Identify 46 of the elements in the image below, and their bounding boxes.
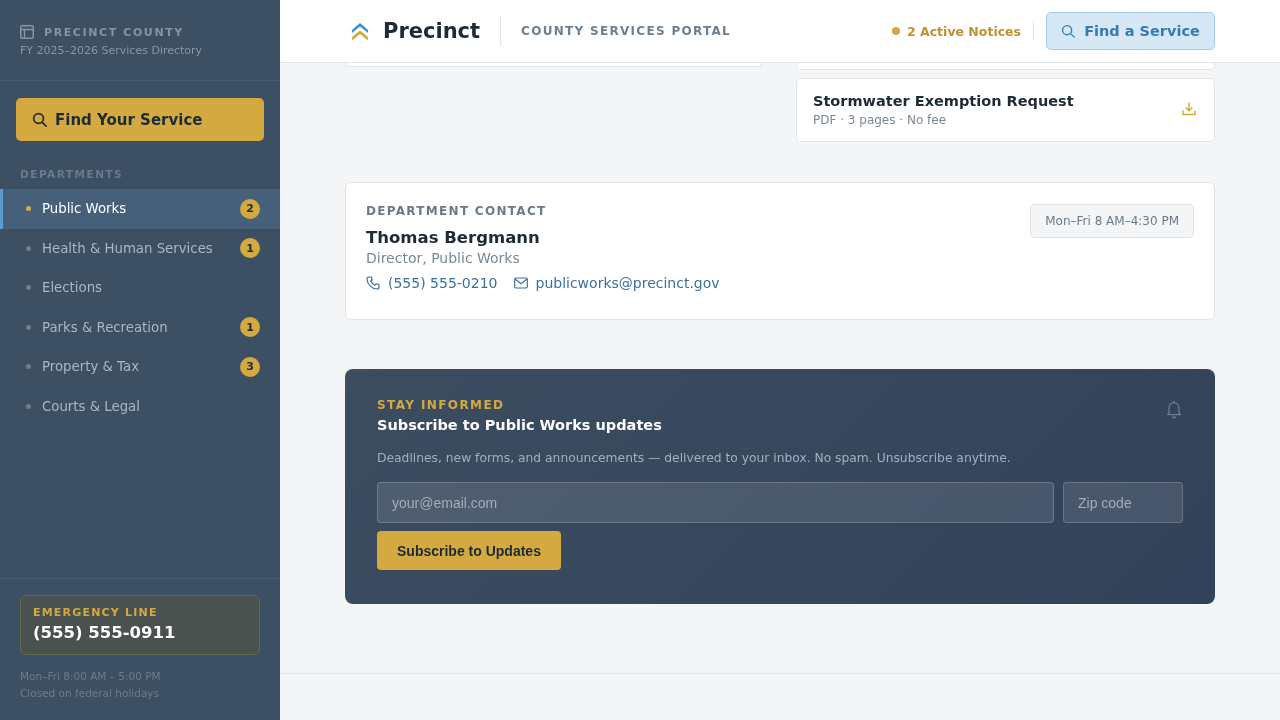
- search-icon: [1061, 24, 1076, 38]
- bullet-icon: [26, 324, 31, 330]
- layout-icon: [20, 25, 34, 39]
- department-item[interactable]: Health & Human Services 1: [0, 228, 280, 268]
- envelope-icon: [513, 277, 528, 289]
- subscribe-title: Subscribe to Public Works updates: [377, 417, 662, 433]
- find-a-service-button[interactable]: Find a Service: [1046, 12, 1215, 50]
- hours-pill: Mon–Fri 8 AM–4:30 PM: [1030, 204, 1194, 238]
- bullet-icon: [26, 285, 31, 291]
- department-item[interactable]: Parks & Recreation 1: [0, 307, 280, 347]
- count-badge: 3: [240, 356, 260, 377]
- document-title: Stormwater Exemption Request: [813, 93, 1074, 109]
- status-dot-icon: [892, 27, 900, 35]
- subscribe-description: Deadlines, new forms, and announcements — delivered to your inbox. No spam. Unsubscribe anytime.: [377, 451, 1011, 465]
- emergency-phone: (555) 555-0911: [33, 623, 176, 642]
- portal-tagline: COUNTY SERVICES PORTAL: [521, 24, 732, 38]
- bullet-icon: [26, 364, 31, 370]
- bell-icon[interactable]: [1165, 400, 1183, 419]
- search-icon: [32, 112, 47, 127]
- phone-icon: [366, 276, 380, 290]
- department-item[interactable]: Elections: [0, 268, 280, 308]
- count-badge: 1: [240, 317, 260, 338]
- count-badge: 2: [240, 198, 260, 219]
- subscribe-eyebrow: STAY INFORMED: [377, 398, 505, 412]
- bullet-icon: [26, 245, 31, 251]
- contact-role: Director, Public Works: [366, 250, 520, 266]
- contact-label: DEPARTMENT CONTACT: [366, 204, 547, 218]
- contact-name: Thomas Bergmann: [366, 228, 540, 247]
- document-meta: PDF · 3 pages · No fee: [813, 113, 947, 127]
- count-badge: 1: [240, 238, 260, 259]
- document-card[interactable]: Stormwater Exemption Request PDF · 3 pages · No fee: [796, 78, 1215, 142]
- subscribe-button[interactable]: Subscribe to Updates: [377, 531, 561, 570]
- department-item[interactable]: Public Works 2: [0, 189, 280, 229]
- chevron-logo-icon: [351, 21, 369, 41]
- bullet-icon: [26, 403, 31, 409]
- download-icon[interactable]: [1182, 102, 1196, 116]
- department-item[interactable]: Property & Tax 3: [0, 347, 280, 387]
- find-your-service-button[interactable]: Find Your Service: [16, 98, 264, 141]
- bullet-icon: [26, 206, 31, 212]
- department-item[interactable]: Courts & Legal: [0, 386, 280, 426]
- email-link[interactable]: publicworks@precinct.gov: [535, 275, 720, 291]
- county-name: PRECINCT COUNTY: [44, 25, 184, 39]
- phone-link[interactable]: (555) 555-0210: [388, 275, 498, 291]
- emergency-label: EMERGENCY LINE: [33, 606, 158, 619]
- directory-subtitle: FY 2025–2026 Services Directory: [20, 44, 203, 57]
- logo-wordmark: Precinct: [383, 19, 481, 43]
